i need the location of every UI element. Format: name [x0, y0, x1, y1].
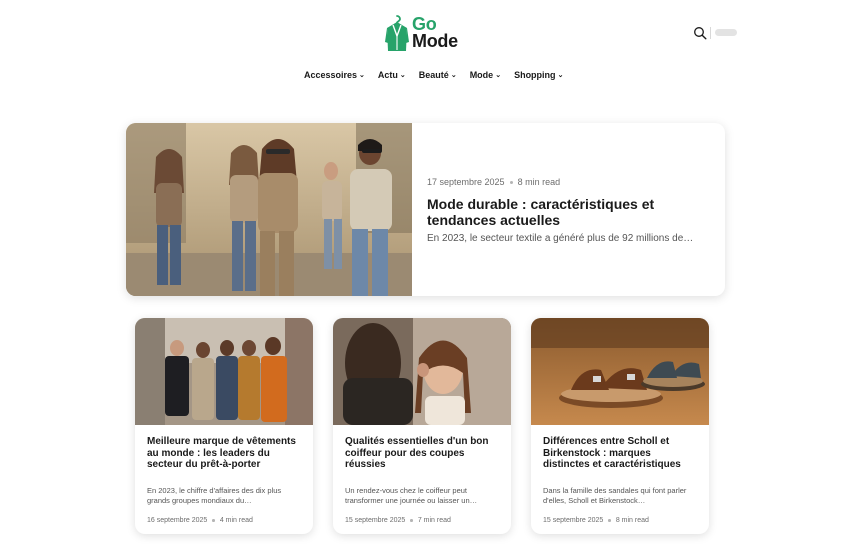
article-card-title[interactable]: Différences entre Scholl et Birkenstock … — [543, 436, 697, 478]
main-nav: Accessoires ⌄ Actu ⌄ Beauté ⌄ Mode ⌄ Sho… — [304, 70, 563, 80]
featured-article-meta: 17 septembre 2025 8 min read — [427, 177, 693, 187]
article-read-time: 4 min read — [219, 517, 253, 524]
article-card[interactable]: Qualités essentielles d'un bon coiffeur … — [333, 318, 511, 534]
featured-article-image[interactable] — [126, 123, 412, 296]
article-card-title[interactable]: Meilleure marque de vêtements au monde :… — [147, 436, 301, 478]
article-read-time: 8 min read — [615, 517, 649, 524]
article-card-meta: 15 septembre 2025 7 min read — [345, 517, 499, 524]
nav-item-mode[interactable]: Mode ⌄ — [470, 70, 501, 80]
brand-line-2: Mode — [412, 31, 458, 51]
nav-item-actu[interactable]: Actu ⌄ — [378, 70, 406, 80]
article-date: 15 septembre 2025 — [345, 517, 406, 524]
nav-item-shopping[interactable]: Shopping ⌄ — [514, 70, 563, 80]
site-logo[interactable]: Go Mode — [385, 13, 467, 53]
article-card-meta: 15 septembre 2025 8 min read — [543, 517, 697, 524]
article-date: 16 septembre 2025 — [147, 517, 208, 524]
street-fashion-photo — [126, 123, 412, 296]
article-card-image[interactable] — [531, 318, 709, 425]
article-read-time: 8 min read — [517, 177, 561, 187]
chevron-down-icon: ⌄ — [399, 72, 406, 79]
header-placeholder-pill[interactable] — [715, 29, 737, 36]
nav-item-accessoires[interactable]: Accessoires ⌄ — [304, 70, 365, 80]
header-divider — [710, 27, 711, 39]
nav-item-beaute[interactable]: Beauté ⌄ — [419, 70, 457, 80]
article-card[interactable]: Meilleure marque de vêtements au monde :… — [135, 318, 313, 534]
article-read-time: 7 min read — [417, 517, 451, 524]
chevron-down-icon: ⌄ — [359, 72, 365, 79]
meta-separator — [212, 519, 215, 522]
article-card-body: Différences entre Scholl et Birkenstock … — [531, 425, 709, 524]
article-card-excerpt: En 2023, le chiffre d'affaires des dix p… — [147, 486, 282, 505]
chevron-down-icon: ⌄ — [495, 72, 502, 79]
article-card[interactable]: Différences entre Scholl et Birkenstock … — [531, 318, 709, 534]
meta-separator — [608, 519, 611, 522]
nav-item-label: Accessoires — [304, 70, 358, 80]
clothes-hanger-shirt-icon — [385, 15, 409, 51]
featured-article-body: 17 septembre 2025 8 min read Mode durabl… — [412, 123, 693, 296]
article-date: 17 septembre 2025 — [427, 177, 505, 187]
article-date: 15 septembre 2025 — [543, 517, 604, 524]
meta-separator — [509, 180, 513, 184]
chevron-down-icon: ⌄ — [557, 72, 564, 79]
article-card-title[interactable]: Qualités essentielles d'un bon coiffeur … — [345, 436, 499, 478]
group-fashion-photo — [135, 318, 313, 425]
article-card-excerpt: Dans la famille des sandales qui font pa… — [543, 486, 687, 505]
chevron-down-icon: ⌄ — [450, 72, 457, 79]
featured-article-title[interactable]: Mode durable : caractéristiques et tenda… — [427, 196, 687, 228]
nav-item-label: Beauté — [418, 70, 449, 80]
sandals-photo — [531, 318, 709, 425]
article-card-excerpt: Un rendez-vous chez le coiffeur peut tra… — [345, 486, 478, 505]
meta-separator — [410, 519, 413, 522]
nav-item-label: Shopping — [514, 70, 556, 80]
hairdresser-photo — [333, 318, 511, 425]
featured-article-excerpt: En 2023, le secteur textile a généré plu… — [427, 233, 694, 244]
article-card-image[interactable] — [135, 318, 313, 425]
nav-item-label: Actu — [377, 70, 398, 80]
article-card-body: Qualités essentielles d'un bon coiffeur … — [333, 425, 511, 524]
article-card-body: Meilleure marque de vêtements au monde :… — [135, 425, 313, 524]
article-card-image[interactable] — [333, 318, 511, 425]
article-card-meta: 16 septembre 2025 4 min read — [147, 517, 301, 524]
brand-name: Go Mode — [412, 15, 458, 51]
featured-article-card[interactable]: 17 septembre 2025 8 min read Mode durabl… — [126, 123, 725, 296]
search-icon[interactable] — [693, 26, 707, 40]
nav-item-label: Mode — [469, 70, 494, 80]
